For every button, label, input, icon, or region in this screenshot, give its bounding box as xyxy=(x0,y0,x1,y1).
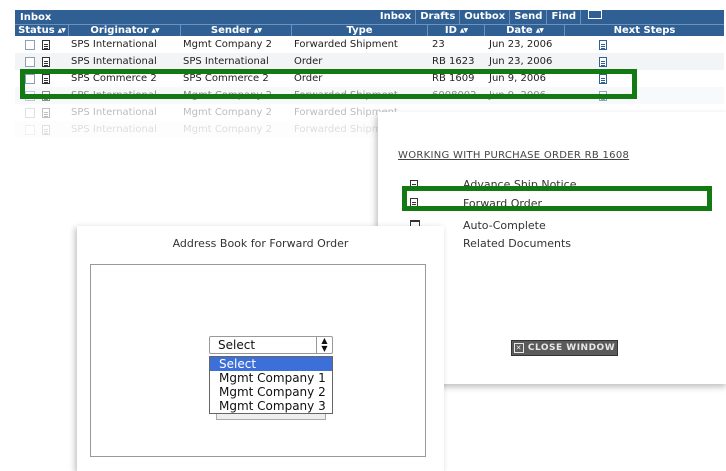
company-select-value: Select xyxy=(218,338,256,352)
sort-icon: ▲▼ xyxy=(459,27,468,34)
row-checkbox[interactable] xyxy=(25,124,35,135)
document-icon xyxy=(42,107,50,118)
col-sender-label: Sender xyxy=(210,25,251,36)
sender-cell: Mgmt Company 2 xyxy=(183,107,272,118)
col-id-label: ID xyxy=(444,25,457,36)
status-cell xyxy=(15,39,68,50)
col-date[interactable]: Date ▲▼ xyxy=(484,25,564,36)
inbox-nav: Inbox Drafts Outbox Send Find xyxy=(376,10,606,24)
address-book-icon[interactable] xyxy=(580,10,606,24)
status-cell xyxy=(15,107,68,118)
status-cell xyxy=(15,56,68,67)
originator-cell: SPS International xyxy=(71,107,157,118)
document-icon xyxy=(42,56,50,67)
option-mgmt-company-3[interactable]: Mgmt Company 3 xyxy=(210,399,332,413)
row-checkbox[interactable] xyxy=(25,39,35,50)
originator-cell: SPS International xyxy=(71,56,157,67)
col-originator-label: Originator xyxy=(90,25,149,36)
next-steps-cell xyxy=(564,39,724,50)
sender-cell: Mgmt Company 2 xyxy=(183,124,272,135)
col-date-label: Date xyxy=(506,25,533,36)
date-cell: Jun 23, 2006 xyxy=(489,39,553,50)
row-checkbox[interactable] xyxy=(25,107,35,118)
col-type-label: Type xyxy=(346,25,373,36)
link-related-documents[interactable]: Related Documents xyxy=(463,237,571,250)
col-next-steps: Next Steps xyxy=(564,25,724,36)
select-arrow-icon: ▲ ▼ xyxy=(316,337,332,353)
col-next-steps-label: Next Steps xyxy=(613,25,676,36)
col-originator[interactable]: Originator ▲▼ xyxy=(68,25,180,36)
row-highlight-box xyxy=(20,69,637,99)
nav-find[interactable]: Find xyxy=(546,10,580,24)
document-icon xyxy=(42,39,50,50)
sort-icon: ▲▼ xyxy=(57,27,66,34)
next-steps-icon[interactable] xyxy=(599,39,607,50)
sort-icon: ▲▼ xyxy=(151,27,159,34)
originator-cell: SPS International xyxy=(71,124,157,135)
working-heading: WORKING WITH PURCHASE ORDER RB 1608 xyxy=(398,150,630,161)
col-sender[interactable]: Sender ▲▼ xyxy=(180,25,291,36)
address-book-title: Address Book for Forward Order xyxy=(172,237,349,250)
row-checkbox[interactable] xyxy=(25,56,35,67)
link-auto-complete[interactable]: Auto-Complete xyxy=(463,219,546,232)
sort-icon: ▲▼ xyxy=(253,27,262,34)
nav-drafts[interactable]: Drafts xyxy=(415,10,459,24)
nav-inbox[interactable]: Inbox xyxy=(376,10,415,24)
document-icon xyxy=(42,124,50,135)
table-row[interactable]: SPS International SPS International Orde… xyxy=(15,53,724,70)
address-book-dialog: Address Book for Forward Order Select ▲ ▼… xyxy=(77,226,444,471)
originator-cell: SPS International xyxy=(71,39,157,50)
forward-order-highlight-box xyxy=(402,186,712,211)
col-status[interactable]: Status ▲▼ xyxy=(15,25,68,36)
id-cell: RB 1623 xyxy=(432,56,475,67)
date-cell: Jun 23, 2006 xyxy=(489,56,553,67)
close-window-label: CLOSE WINDOW xyxy=(527,343,616,353)
next-steps-icon[interactable] xyxy=(599,56,607,67)
option-select[interactable]: Select xyxy=(210,357,332,371)
col-status-label: Status xyxy=(18,25,55,36)
nav-send[interactable]: Send xyxy=(509,10,546,24)
sort-icon: ▲▼ xyxy=(535,27,544,34)
close-icon: ✕ xyxy=(513,343,524,353)
id-cell: 23 xyxy=(432,39,445,50)
col-id[interactable]: ID ▲▼ xyxy=(427,25,484,36)
company-select[interactable]: Select ▲ ▼ xyxy=(209,336,333,354)
sender-cell: Mgmt Company 2 xyxy=(183,39,272,50)
column-headers: Status ▲▼ Originator ▲▼ Sender ▲▼ Type ID ▲▼… xyxy=(15,24,724,36)
type-cell[interactable]: Order xyxy=(291,56,427,67)
next-steps-cell xyxy=(564,56,724,67)
type-cell[interactable]: Forwarded Shipment xyxy=(291,39,427,50)
option-mgmt-company-1[interactable]: Mgmt Company 1 xyxy=(210,371,332,385)
inbox-titlebar: Inbox Inbox Drafts Outbox Send Find xyxy=(15,10,724,24)
table-row[interactable]: SPS International Mgmt Company 2 Forward… xyxy=(15,36,724,53)
inbox-title: Inbox xyxy=(20,11,52,23)
address-book-content: Select ▲ ▼ Select Mgmt Company 1 Mgmt Com… xyxy=(90,264,426,457)
col-type[interactable]: Type xyxy=(291,25,427,36)
close-window-button[interactable]: ✕ CLOSE WINDOW xyxy=(511,340,618,356)
status-cell xyxy=(15,124,68,135)
sender-cell: SPS International xyxy=(183,56,269,67)
company-options-list: Select Mgmt Company 1 Mgmt Company 2 Mgm… xyxy=(209,356,333,414)
nav-outbox[interactable]: Outbox xyxy=(459,10,509,24)
option-mgmt-company-2[interactable]: Mgmt Company 2 xyxy=(210,385,332,399)
